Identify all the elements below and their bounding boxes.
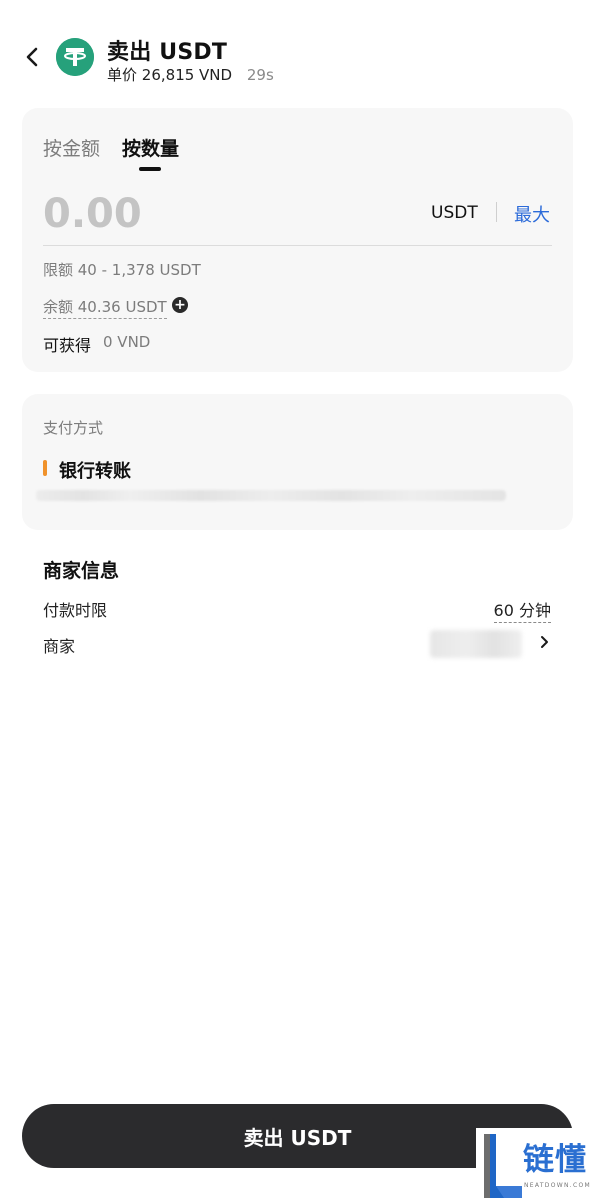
blurred-account-details (36, 490, 506, 501)
page-title: 卖出 USDT (107, 40, 228, 65)
watermark-en-text: NEATDOWN.COM (524, 1182, 591, 1189)
watermark-cn-text: 链懂 (523, 1142, 587, 1178)
max-button[interactable]: 最大 (514, 201, 550, 227)
add-balance-icon[interactable]: + (172, 297, 188, 313)
blurred-merchant-name (430, 630, 522, 658)
watermark-logo: 链懂 NEATDOWN.COM (476, 1128, 595, 1200)
tab-by-quantity[interactable]: 按数量 (122, 134, 179, 161)
receive-value: 0 VND (103, 333, 151, 351)
input-underline (43, 245, 552, 246)
unit-price-line: 单价 26,815 VND 29s (107, 64, 274, 85)
payment-method-name: 银行转账 (59, 461, 131, 482)
receive-label: 可获得 (43, 336, 92, 355)
chevron-right-icon (538, 634, 550, 650)
payment-method-card[interactable]: 支付方式 银行转账 (22, 394, 573, 530)
payment-method-indicator (43, 460, 47, 476)
merchant-label: 商家 (43, 637, 76, 656)
active-tab-indicator (139, 167, 161, 171)
back-icon[interactable] (22, 44, 44, 70)
header: 卖出 USDT 单价 26,815 VND 29s (0, 0, 595, 100)
balance-text[interactable]: 余额 40.36 USDT (43, 296, 167, 319)
tab-by-amount[interactable]: 按金额 (43, 134, 100, 161)
quantity-input[interactable] (43, 188, 403, 240)
watermark-l-icon (482, 1132, 522, 1198)
merchant-link[interactable] (430, 626, 552, 666)
price-refresh-countdown: 29s (246, 66, 274, 84)
unit-label: USDT (431, 203, 478, 223)
limit-text: 限额 40 - 1,378 USDT (43, 261, 201, 279)
unit-price-prefix: 单价 (107, 66, 138, 84)
unit-divider (496, 202, 497, 222)
payment-method-title: 支付方式 (43, 419, 104, 437)
pay-limit-label: 付款时限 (43, 601, 108, 620)
usdt-coin-icon (56, 38, 94, 76)
merchant-info-title: 商家信息 (43, 560, 120, 582)
amount-card: 按金额 按数量 USDT 最大 限额 40 - 1,378 USDT 余额 40… (22, 108, 573, 372)
pay-limit-value[interactable]: 60 分钟 (493, 597, 551, 623)
unit-price-value: 26,815 VND (141, 66, 233, 84)
